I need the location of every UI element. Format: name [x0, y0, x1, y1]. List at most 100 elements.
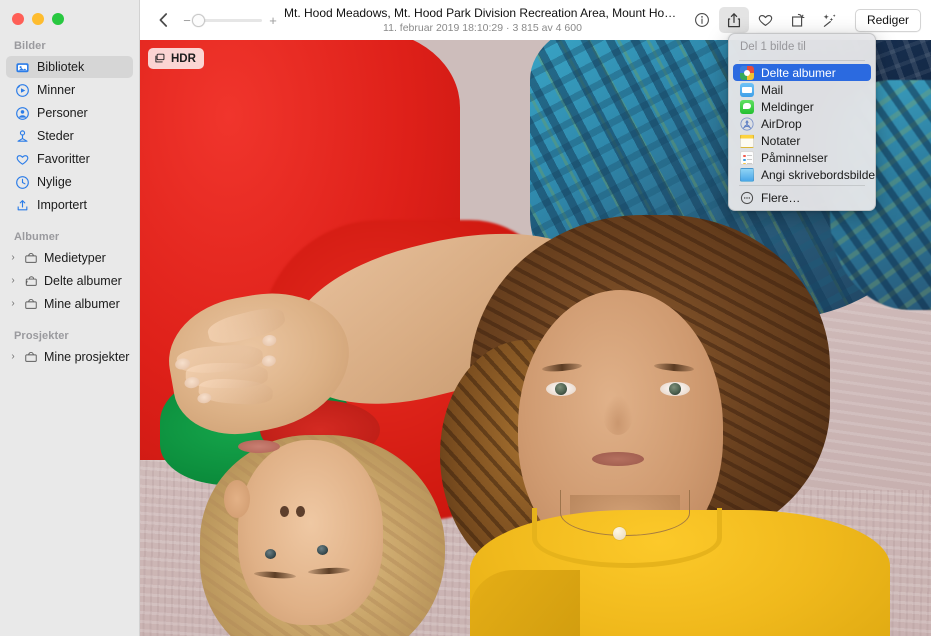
share-menu: Del 1 bilde til Delte albumer Mail Meldi… [728, 33, 876, 211]
sidebar-item-label: Medietyper [44, 251, 106, 265]
zoom-slider-track[interactable] [192, 13, 262, 27]
page-title: Mt. Hood Meadows, Mt. Hood Park Division… [284, 5, 681, 20]
folder-icon [23, 296, 39, 312]
heart-icon [759, 15, 773, 26]
info-button[interactable] [687, 7, 717, 33]
messages-icon [740, 99, 754, 114]
info-circle-icon [695, 13, 709, 27]
sidebar-item-label: Favoritter [37, 152, 90, 166]
sidebar-item-delte-albumer[interactable]: › Delte albumer [6, 270, 133, 292]
mail-icon [740, 82, 754, 97]
sidebar-item-label: Importert [37, 198, 88, 212]
share-menu-item-label: Påminnelser [761, 150, 828, 165]
sidebar-item-label: Steder [37, 129, 74, 143]
sidebar-item-favoritter[interactable]: Favoritter [6, 148, 133, 170]
memories-icon [14, 82, 30, 98]
photo-girl-pendant [613, 527, 626, 540]
magic-wand-icon [824, 14, 836, 27]
enhance-button[interactable] [815, 7, 845, 33]
photos-library-icon [14, 59, 30, 75]
sidebar-item-label: Personer [37, 106, 88, 120]
share-menu-item-meldinger[interactable]: Meldinger [733, 98, 871, 115]
share-menu-item-delte-albumer[interactable]: Delte albumer [733, 64, 871, 81]
zoom-in-button[interactable]: + [268, 14, 278, 27]
sidebar-item-label: Nylige [37, 175, 72, 189]
share-menu-title: Del 1 bilde til [740, 41, 806, 53]
menu-separator-top [739, 60, 865, 61]
more-ellipsis-icon [740, 191, 754, 205]
toolbar-actions: Rediger [687, 7, 931, 33]
zoom-slider[interactable]: − + [182, 13, 278, 27]
sidebar-item-label: Bibliotek [37, 60, 85, 74]
share-menu-item-label: Angi skrivebordsbilde [761, 167, 876, 182]
back-button[interactable] [152, 8, 174, 32]
zoom-out-button[interactable]: − [182, 14, 192, 27]
chevron-right-icon[interactable]: › [8, 253, 18, 263]
share-icon [727, 12, 740, 27]
chevron-right-icon[interactable]: › [8, 299, 18, 309]
shared-folder-icon [23, 273, 39, 289]
share-menu-item-angi-skrivebordsbilde[interactable]: Angi skrivebordsbilde [733, 166, 875, 183]
menu-separator-bottom [739, 185, 865, 186]
sidebar-item-mine-albumer[interactable]: › Mine albumer [6, 293, 133, 315]
sidebar-item-mine-prosjekter[interactable]: › Mine prosjekter [6, 346, 133, 368]
hdr-badge: HDR [148, 48, 204, 69]
sidebar-section-albumer: Albumer [14, 231, 60, 243]
sidebar-section-prosjekter: Prosjekter [14, 330, 69, 342]
sidebar-item-label: Mine albumer [44, 297, 120, 311]
clock-icon [14, 174, 30, 190]
photo-girl-mouth [592, 452, 644, 466]
layers-icon [155, 53, 165, 62]
airdrop-icon [740, 116, 754, 131]
edit-button[interactable]: Rediger [854, 8, 921, 32]
share-menu-item-label: Flere… [761, 190, 801, 205]
photo-child-mouth [238, 440, 280, 453]
sidebar-item-medietyper[interactable]: › Medietyper [6, 247, 133, 269]
heart-icon [14, 151, 30, 167]
share-menu-item-paminnelser[interactable]: Påminnelser [733, 149, 871, 166]
share-menu-item-airdrop[interactable]: AirDrop [733, 115, 871, 132]
favorite-button[interactable] [751, 7, 781, 33]
notes-icon [740, 133, 754, 148]
sidebar-item-minner[interactable]: Minner [6, 79, 133, 101]
sidebar-item-nylige[interactable]: Nylige [6, 171, 133, 193]
share-menu-item-label: Notater [761, 133, 801, 148]
photos-app-window: Bilder Bibliotek Minner Personer Steder [0, 0, 931, 636]
sidebar-section-bilder: Bilder [14, 40, 46, 52]
chevron-right-icon[interactable]: › [8, 276, 18, 286]
rotate-icon [791, 13, 805, 27]
share-button[interactable] [718, 7, 749, 33]
share-menu-item-flere[interactable]: Flere… [733, 189, 871, 206]
share-menu-item-label: Delte albumer [761, 65, 836, 80]
photo-child-face [238, 440, 383, 625]
rotate-button[interactable] [783, 7, 813, 33]
sidebar-item-personer[interactable]: Personer [6, 102, 133, 124]
people-icon [14, 105, 30, 121]
places-pin-icon [14, 128, 30, 144]
maximize-button[interactable] [52, 13, 64, 25]
sidebar-item-label: Mine prosjekter [44, 350, 130, 364]
folder-icon [23, 250, 39, 266]
photo-girl-nose [603, 395, 633, 435]
share-menu-item-label: AirDrop [761, 116, 802, 131]
sidebar-item-importert[interactable]: Importert [6, 194, 133, 216]
zoom-slider-knob[interactable] [192, 13, 205, 27]
import-icon [14, 197, 30, 213]
share-menu-item-label: Mail [761, 82, 784, 97]
photo-metadata: 11. februar 2019 18:10:29 · 3 815 av 4 6… [383, 21, 582, 34]
sidebar-item-bibliotek[interactable]: Bibliotek [6, 56, 133, 78]
sidebar-item-label: Delte albumer [44, 274, 122, 288]
share-menu-item-notater[interactable]: Notater [733, 132, 871, 149]
photo-child-ear [224, 480, 250, 518]
title-block: Mt. Hood Meadows, Mt. Hood Park Division… [278, 6, 687, 35]
photo-girl-shirt-shadow [470, 570, 580, 636]
chevron-right-icon[interactable]: › [8, 352, 18, 362]
close-button[interactable] [12, 13, 24, 25]
chevron-left-icon [159, 13, 167, 27]
sidebar-item-steder[interactable]: Steder [6, 125, 133, 147]
folder-icon [23, 349, 39, 365]
reminders-icon [740, 150, 754, 165]
minimize-button[interactable] [32, 13, 44, 25]
sidebar-item-label: Minner [37, 83, 76, 97]
share-menu-item-mail[interactable]: Mail [733, 81, 871, 98]
